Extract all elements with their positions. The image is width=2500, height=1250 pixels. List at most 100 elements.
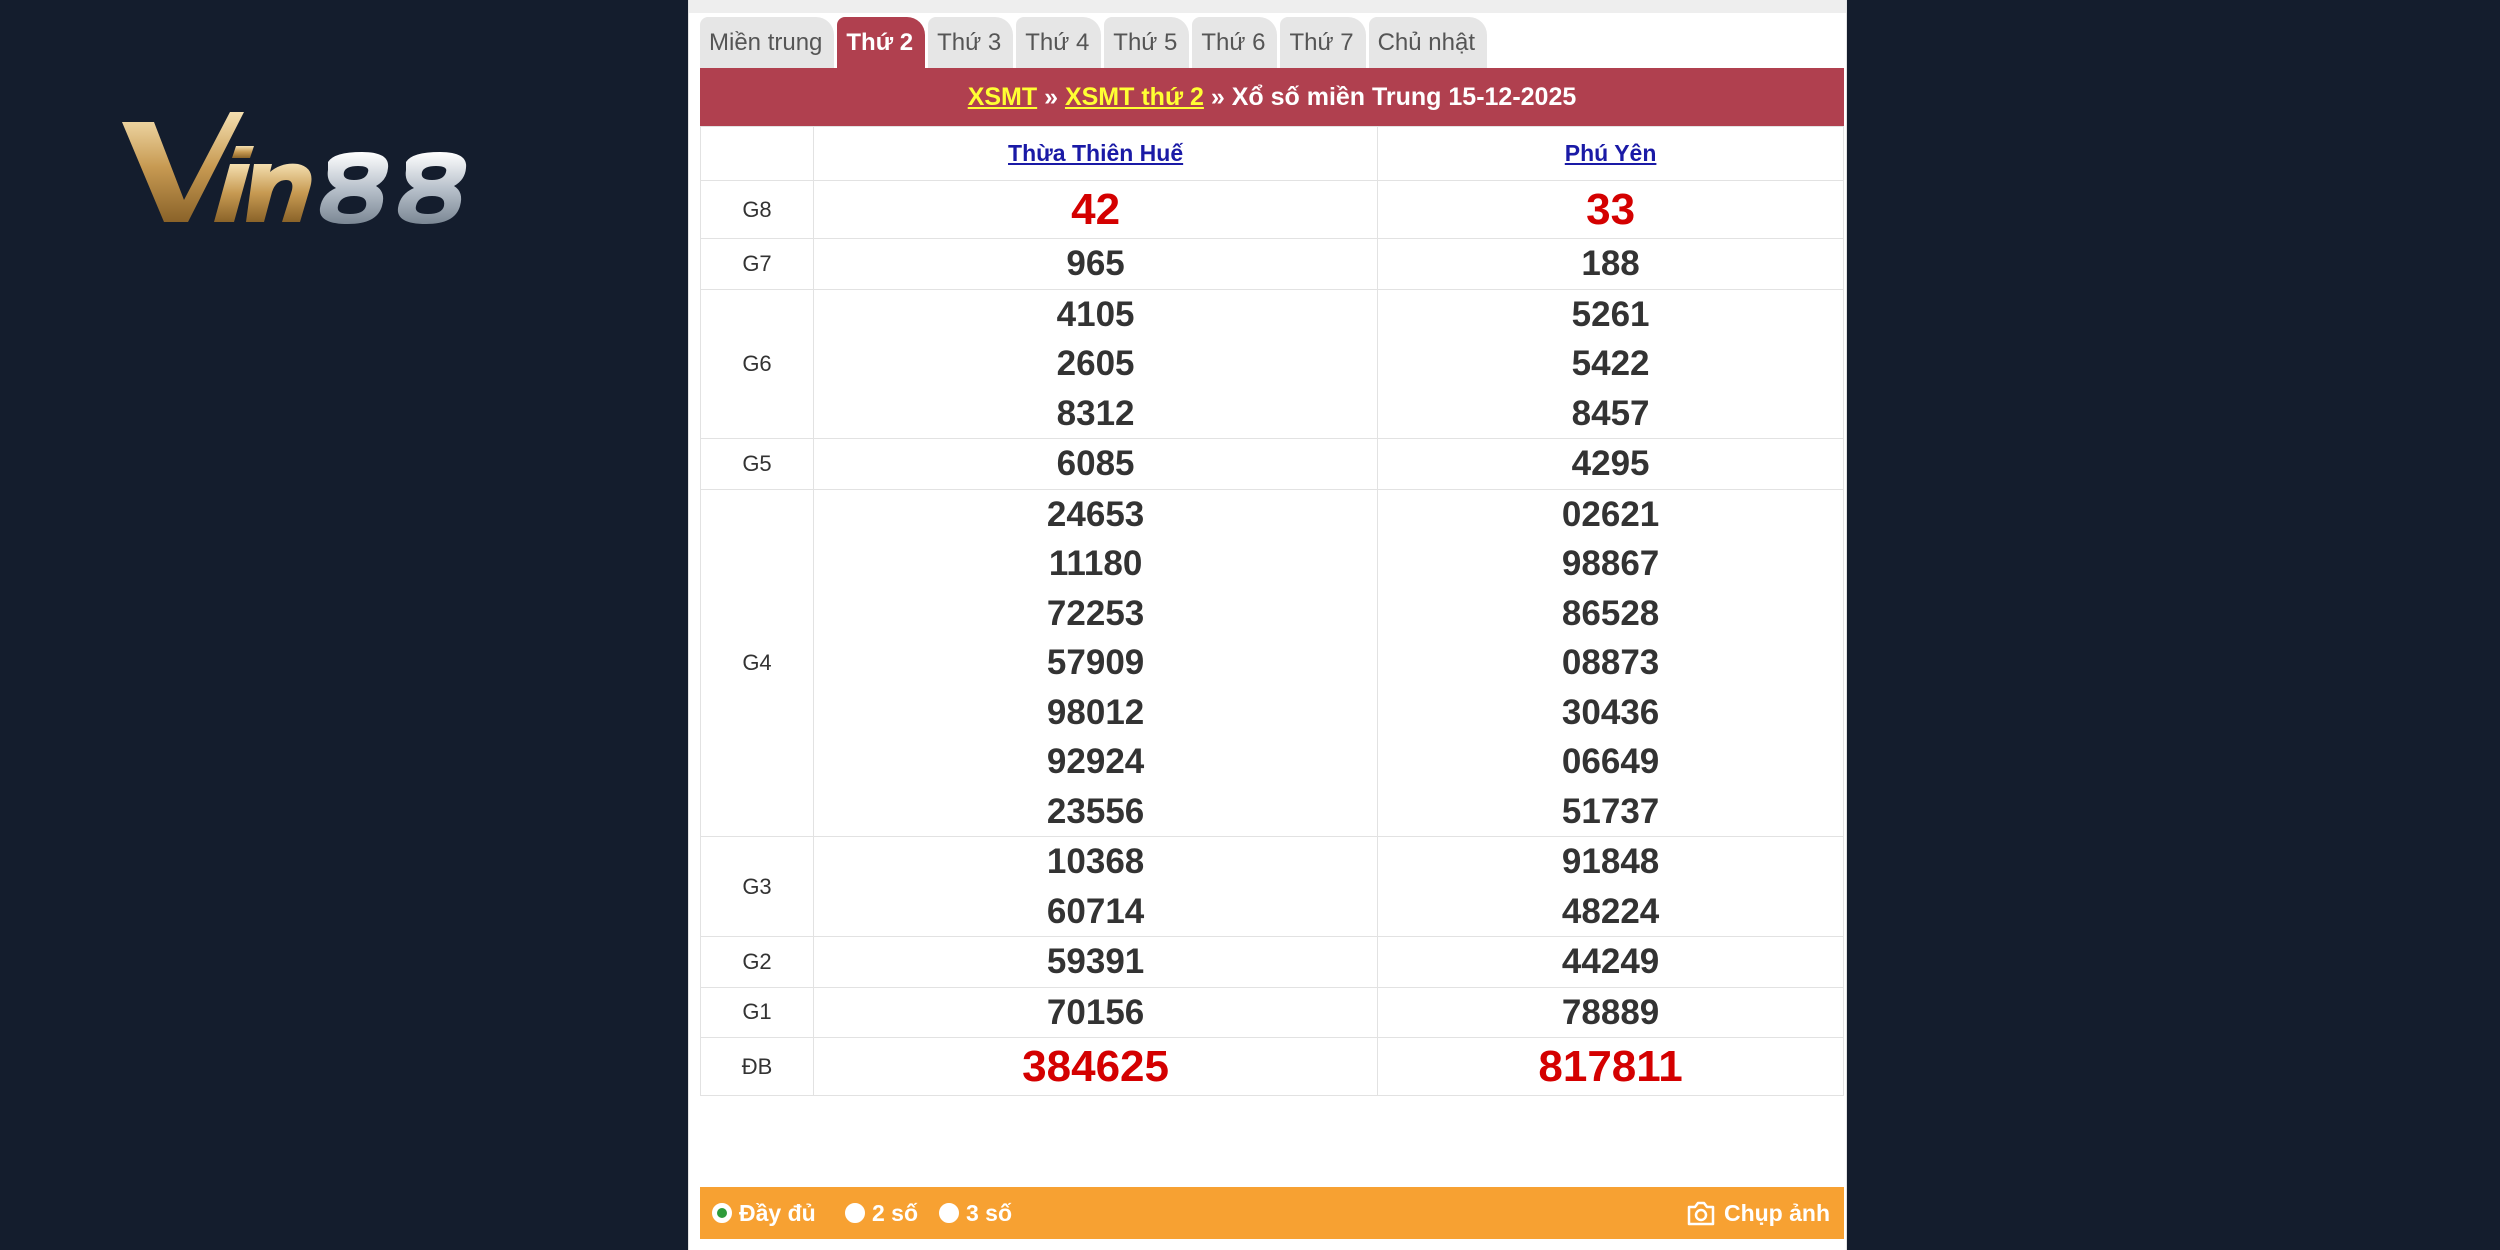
prize-number: 72253 xyxy=(1046,593,1145,633)
tab-3[interactable]: Thứ 4 xyxy=(1016,17,1102,68)
prize-row-3: G5 6085 4295 xyxy=(700,438,1844,490)
prize-number: 6085 xyxy=(1056,444,1135,483)
prize-number: 5261 xyxy=(1571,294,1650,334)
prize-number: 98012 xyxy=(1046,692,1145,732)
province-header-row: Thừa Thiên Huế Phú Yên xyxy=(700,126,1844,181)
prize-number: 91848 xyxy=(1561,842,1660,881)
prize-cell-hue: 965 xyxy=(812,238,1379,290)
prize-cell-phu-yen: 44249 xyxy=(1377,936,1844,988)
breadcrumb-separator: » xyxy=(1037,83,1065,111)
prize-row-5: G3 10368 60714 91848 48224 xyxy=(700,836,1844,937)
prize-number: 42 xyxy=(1071,185,1121,234)
radio-2-digits-label: 2 số xyxy=(872,1200,919,1226)
footer-controls: Đầy đủ 2 số 3 số Chụp ảnh xyxy=(700,1187,1844,1239)
prize-number: 51737 xyxy=(1561,791,1660,831)
radio-2-digits-indicator[interactable] xyxy=(845,1203,865,1223)
breadcrumb-xsmt-link[interactable]: XSMT xyxy=(968,83,1037,111)
prize-number: 10368 xyxy=(1046,842,1145,881)
tab-6[interactable]: Thứ 7 xyxy=(1280,17,1366,68)
prize-row-6: G2 59391 44249 xyxy=(700,936,1844,988)
prize-number: 98867 xyxy=(1561,544,1660,583)
tab-2[interactable]: Thứ 3 xyxy=(928,17,1014,68)
logo-graphic xyxy=(122,112,467,224)
prize-number: 08873 xyxy=(1561,643,1660,682)
prize-number: 8457 xyxy=(1571,393,1650,433)
prize-label: G5 xyxy=(700,438,814,490)
tab-1[interactable]: Thứ 2 xyxy=(837,17,926,68)
top-strip xyxy=(689,0,1846,13)
breadcrumb-xsmt-thu2-link[interactable]: XSMT thứ 2 xyxy=(1065,83,1204,111)
prize-cell-hue: 70156 xyxy=(812,986,1379,1038)
prize-label: G8 xyxy=(700,180,814,239)
prize-number: 965 xyxy=(1066,244,1125,283)
radio-full-label: Đầy đủ xyxy=(739,1200,816,1226)
radio-2-digits[interactable]: 2 số xyxy=(845,1187,918,1239)
prize-number: 86528 xyxy=(1561,593,1660,633)
radio-3-digits[interactable]: 3 số xyxy=(939,1187,1012,1239)
prize-label: ĐB xyxy=(700,1037,814,1096)
radio-full-indicator[interactable] xyxy=(712,1203,732,1223)
prize-number: 92924 xyxy=(1046,742,1145,781)
lottery-panel: Miền trung Thứ 2 Thứ 3 Thứ 4 Thứ 5 Thứ 6 Thứ 7… xyxy=(688,0,1847,1250)
capture-label: Chụp ảnh xyxy=(1723,1199,1830,1226)
prize-row-7: G1 70156 78889 xyxy=(700,986,1844,1038)
province-header-phu-yen: Phú Yên xyxy=(1377,126,1844,181)
prize-number: 2605 xyxy=(1056,344,1135,383)
prize-label: G3 xyxy=(700,836,814,937)
camera-icon xyxy=(1687,1201,1715,1226)
prize-label: G1 xyxy=(700,986,814,1038)
prize-number: 4295 xyxy=(1571,444,1650,483)
radio-3-digits-indicator[interactable] xyxy=(939,1203,959,1223)
prize-cell-phu-yen: 78889 xyxy=(1377,986,1844,1038)
prize-cell-phu-yen: 91848 48224 xyxy=(1377,836,1844,937)
tab-5[interactable]: Thứ 6 xyxy=(1192,17,1278,68)
prize-cell-hue: 59391 xyxy=(812,936,1379,988)
prize-number: 817811 xyxy=(1538,1042,1683,1091)
prize-cell-hue: 10368 60714 xyxy=(812,836,1379,937)
prize-cell-phu-yen: 02621 98867 86528 08873 30436 06649 51737 xyxy=(1377,488,1844,837)
prize-cell-phu-yen: 4295 xyxy=(1377,438,1844,490)
prize-number: 5422 xyxy=(1571,344,1650,383)
results-table: Thừa Thiên Huế Phú Yên G8 42 33 G7 965 188 G6 4… xyxy=(700,126,1844,1096)
prize-number: 44249 xyxy=(1561,942,1660,981)
prize-number: 70156 xyxy=(1046,992,1145,1032)
tab-4[interactable]: Thứ 5 xyxy=(1104,17,1190,68)
tab-7[interactable]: Chủ nhật xyxy=(1368,17,1487,68)
prize-number: 06649 xyxy=(1561,742,1660,781)
capture-button[interactable]: Chụp ảnh xyxy=(1686,1187,1830,1239)
prize-row-0: G8 42 33 xyxy=(700,180,1844,239)
province-link-hue[interactable]: Thừa Thiên Huế xyxy=(1008,140,1183,166)
prize-number: 24653 xyxy=(1046,494,1145,534)
prize-number: 59391 xyxy=(1046,942,1145,981)
radio-full[interactable]: Đầy đủ xyxy=(712,1187,816,1239)
tab-0[interactable]: Miền trung xyxy=(700,17,835,68)
prize-column-header xyxy=(700,126,814,181)
prize-number: 60714 xyxy=(1046,891,1145,931)
prize-number: 23556 xyxy=(1046,791,1145,831)
prize-row-8: ĐB 384625 817811 xyxy=(700,1037,1844,1096)
prize-cell-phu-yen: 817811 xyxy=(1377,1037,1844,1096)
prize-cell-hue: 384625 xyxy=(812,1037,1379,1096)
prize-row-1: G7 965 188 xyxy=(700,238,1844,290)
prize-label: G2 xyxy=(700,936,814,988)
prize-number: 57909 xyxy=(1046,643,1145,682)
prize-cell-hue: 24653 11180 72253 57909 98012 92924 23556 xyxy=(812,488,1379,837)
vin88-logo xyxy=(122,112,482,242)
prize-label: G4 xyxy=(700,488,814,837)
prize-number: 4105 xyxy=(1056,294,1135,334)
prize-number: 48224 xyxy=(1561,891,1660,931)
prize-number: 8312 xyxy=(1056,393,1135,433)
prize-number: 78889 xyxy=(1561,992,1660,1032)
prize-number: 30436 xyxy=(1561,692,1660,732)
prize-number: 33 xyxy=(1586,185,1636,234)
results-title: Xổ số miền Trung 15-12-2025 xyxy=(1231,83,1577,111)
prize-number: 02621 xyxy=(1561,494,1660,534)
province-link-phu-yen[interactable]: Phú Yên xyxy=(1565,140,1657,166)
prize-cell-phu-yen: 5261 5422 8457 xyxy=(1377,288,1844,439)
prize-cell-phu-yen: 188 xyxy=(1377,238,1844,290)
prize-number: 384625 xyxy=(1022,1042,1169,1091)
prize-number: 188 xyxy=(1581,244,1640,283)
prize-row-2: G6 4105 2605 8312 5261 5422 8457 xyxy=(700,288,1844,439)
prize-cell-phu-yen: 33 xyxy=(1377,180,1844,239)
prize-cell-hue: 6085 xyxy=(812,438,1379,490)
